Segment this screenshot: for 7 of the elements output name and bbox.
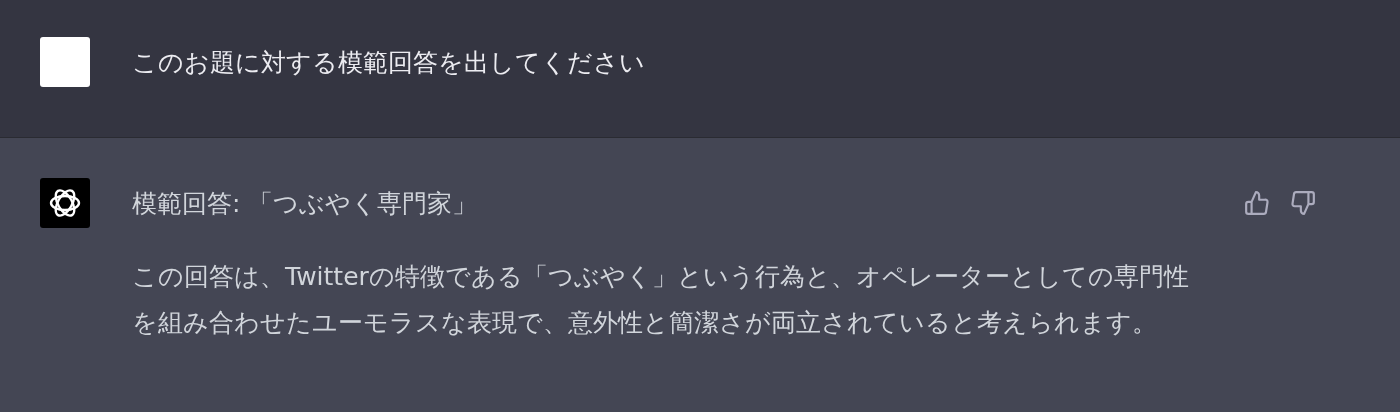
user-avatar bbox=[40, 37, 90, 87]
message-text: このお題に対する模範回答を出してください bbox=[132, 46, 645, 79]
assistant-logo-icon bbox=[40, 178, 90, 228]
thumbs-up-icon[interactable] bbox=[1244, 190, 1270, 216]
message-text: 模範回答: 「つぶやく専門家」 bbox=[132, 187, 478, 220]
thumbs-down-icon[interactable] bbox=[1290, 190, 1316, 216]
response-paragraph: この回答は、Twitterの特徴である「つぶやく」という行為と、オペレーターとしての専門性を組み合わせたユーモラスな表現で、意外性と簡潔さが両立されていると考えられます。 bbox=[132, 261, 1190, 339]
